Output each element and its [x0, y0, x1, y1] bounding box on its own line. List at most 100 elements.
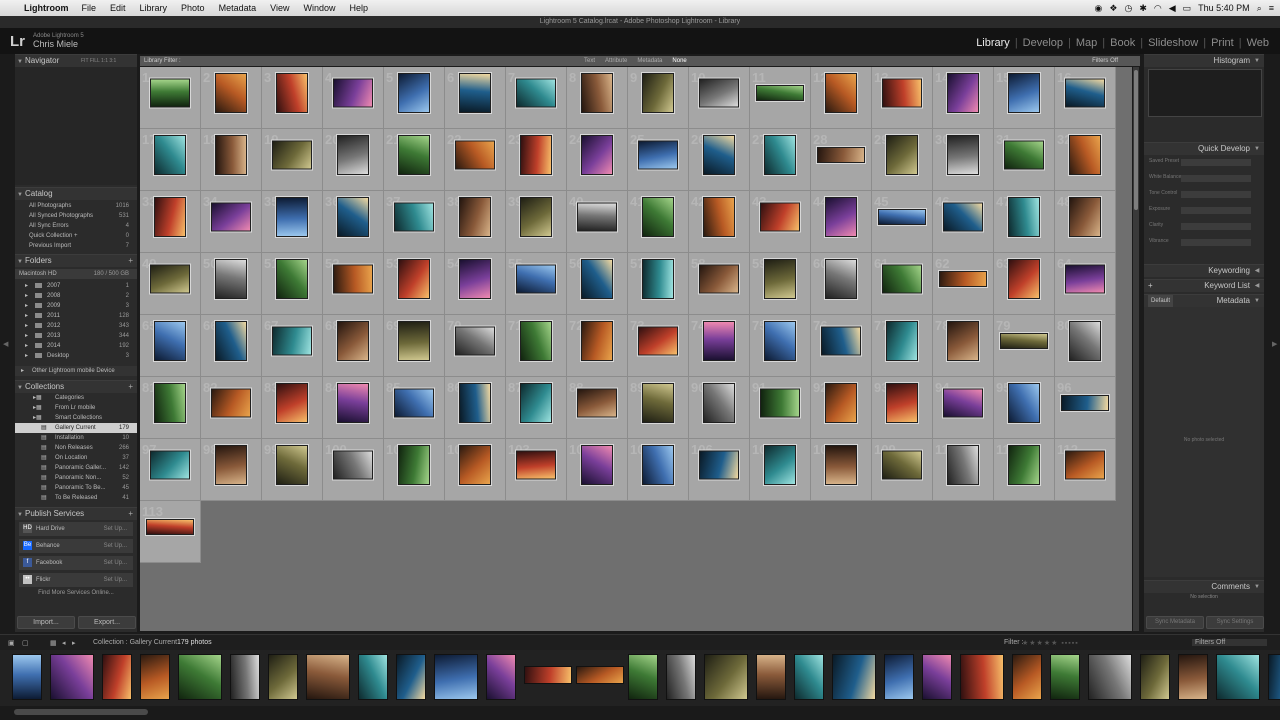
photo-cell[interactable]: 92	[811, 377, 872, 439]
filmstrip-thumbnail[interactable]	[628, 654, 658, 700]
photo-thumbnail[interactable]	[455, 140, 495, 170]
photo-cell[interactable]: 46	[933, 191, 994, 253]
filmstrip-thumbnail[interactable]	[1140, 654, 1170, 700]
module-web[interactable]: Web	[1242, 37, 1274, 49]
photo-thumbnail[interactable]	[642, 197, 674, 237]
photo-cell[interactable]: 87	[506, 377, 567, 439]
filmstrip-thumbnail[interactable]	[50, 654, 94, 700]
publish-service-facebook[interactable]: f Facebook Set Up...	[19, 556, 133, 570]
photo-thumbnail[interactable]	[276, 73, 308, 113]
photo-cell[interactable]: 33	[140, 191, 201, 253]
photo-thumbnail[interactable]	[215, 73, 247, 113]
import-button[interactable]: Import...	[17, 616, 75, 629]
publish-service-hard-drive[interactable]: HD Hard Drive Set Up...	[19, 522, 133, 536]
photo-cell[interactable]: 78	[933, 315, 994, 377]
photo-cell[interactable]: 72	[567, 315, 628, 377]
volume-row[interactable]: Macintosh HD 180 / 500 GB	[15, 269, 137, 279]
photo-cell[interactable]: 15	[994, 67, 1055, 129]
photo-thumbnail[interactable]	[760, 202, 800, 232]
photo-thumbnail[interactable]	[398, 259, 430, 299]
photo-thumbnail[interactable]	[398, 445, 430, 485]
right-panel-toggle-icon[interactable]: ▶	[1272, 340, 1277, 348]
notification-center-icon[interactable]: ≡	[1269, 3, 1274, 13]
photo-cell[interactable]: 80	[1055, 315, 1116, 377]
module-slideshow[interactable]: Slideshow	[1143, 37, 1203, 49]
photo-cell[interactable]: 43	[750, 191, 811, 253]
photo-thumbnail[interactable]	[520, 321, 552, 361]
photo-cell[interactable]: 34	[201, 191, 262, 253]
disclosure-triangle-icon[interactable]: ▸	[25, 351, 28, 361]
photo-thumbnail[interactable]	[1069, 197, 1101, 237]
photo-thumbnail[interactable]	[764, 321, 796, 361]
photo-cell[interactable]: 4	[323, 67, 384, 129]
navigator-preview[interactable]	[15, 67, 137, 185]
photo-cell[interactable]: 110	[933, 439, 994, 501]
photo-cell[interactable]: 113	[140, 501, 201, 563]
photo-cell[interactable]: 2	[201, 67, 262, 129]
filters-off-dropdown[interactable]: Filters Off	[1092, 56, 1118, 66]
clock[interactable]: Thu 5:40 PM	[1198, 3, 1250, 13]
photo-thumbnail[interactable]	[638, 326, 678, 356]
bluetooth-icon[interactable]: ✱	[1139, 3, 1147, 14]
photo-cell[interactable]: 5	[384, 67, 445, 129]
photo-thumbnail[interactable]	[516, 78, 556, 108]
photo-thumbnail[interactable]	[1008, 445, 1040, 485]
photo-cell[interactable]: 79	[994, 315, 1055, 377]
filmstrip-thumbnail[interactable]	[524, 666, 572, 684]
photo-thumbnail[interactable]	[150, 78, 190, 108]
photo-thumbnail[interactable]	[764, 259, 796, 299]
photo-thumbnail[interactable]	[459, 73, 491, 113]
photo-cell[interactable]: 103	[506, 439, 567, 501]
photo-cell[interactable]: 62	[933, 253, 994, 315]
photo-thumbnail[interactable]	[825, 197, 857, 237]
photo-thumbnail[interactable]	[520, 383, 552, 423]
photo-thumbnail[interactable]	[943, 202, 983, 232]
photo-thumbnail[interactable]	[459, 445, 491, 485]
photo-cell[interactable]: 13	[872, 67, 933, 129]
filmstrip-thumbnail[interactable]	[666, 654, 696, 700]
catalog-item[interactable]: All Sync Errors 4	[15, 221, 137, 231]
secondary-display-icon[interactable]: ▣	[8, 639, 15, 647]
photo-thumbnail[interactable]	[272, 140, 312, 170]
catalog-item[interactable]: All Photographs 1016	[15, 201, 137, 211]
photo-thumbnail[interactable]	[943, 388, 983, 418]
time-machine-icon[interactable]: ◷	[1124, 3, 1132, 14]
photo-thumbnail[interactable]	[276, 259, 308, 299]
disclosure-triangle-icon[interactable]: ▸	[25, 291, 28, 301]
photo-thumbnail[interactable]	[760, 388, 800, 418]
photo-thumbnail[interactable]	[154, 321, 186, 361]
photo-cell[interactable]: 94	[933, 377, 994, 439]
photo-cell[interactable]: 74	[689, 315, 750, 377]
filter-none[interactable]: None	[672, 56, 686, 66]
photo-thumbnail[interactable]	[764, 135, 796, 175]
photo-thumbnail[interactable]	[520, 197, 552, 237]
photo-thumbnail[interactable]	[1004, 140, 1044, 170]
photo-thumbnail[interactable]	[825, 259, 857, 299]
photo-thumbnail[interactable]	[581, 73, 613, 113]
menu-photo[interactable]: Photo	[181, 3, 205, 13]
spotlight-search-icon[interactable]: ⌕	[1257, 3, 1262, 14]
photo-thumbnail[interactable]	[581, 135, 613, 175]
photo-cell[interactable]: 101	[384, 439, 445, 501]
export-button[interactable]: Export...	[78, 616, 136, 629]
sync-metadata-button[interactable]: Sync Metadata	[1146, 616, 1204, 629]
disclosure-triangle-icon[interactable]: ▸	[25, 311, 28, 321]
find-more-services[interactable]: Find More Services Online...	[15, 588, 137, 598]
photo-cell[interactable]: 17	[140, 129, 201, 191]
photo-cell[interactable]: 41	[628, 191, 689, 253]
photo-thumbnail[interactable]	[1065, 78, 1105, 108]
filmstrip-thumbnail[interactable]	[396, 654, 426, 700]
photo-cell[interactable]: 70	[445, 315, 506, 377]
quick-develop-control[interactable]	[1181, 159, 1251, 166]
folder-item[interactable]: ▸ 2009 3	[15, 301, 137, 311]
filmstrip-thumbnail[interactable]	[1012, 654, 1042, 700]
photo-cell[interactable]: 73	[628, 315, 689, 377]
catalog-item[interactable]: All Synced Photographs 531	[15, 211, 137, 221]
disclosure-triangle-icon[interactable]: ▸	[25, 341, 28, 351]
setup-link[interactable]: Set Up...	[104, 556, 127, 570]
photo-cell[interactable]: 40	[567, 191, 628, 253]
photo-thumbnail[interactable]	[703, 135, 735, 175]
photo-thumbnail[interactable]	[703, 321, 735, 361]
photo-cell[interactable]: 56	[567, 253, 628, 315]
quick-develop-control[interactable]	[1181, 239, 1251, 246]
